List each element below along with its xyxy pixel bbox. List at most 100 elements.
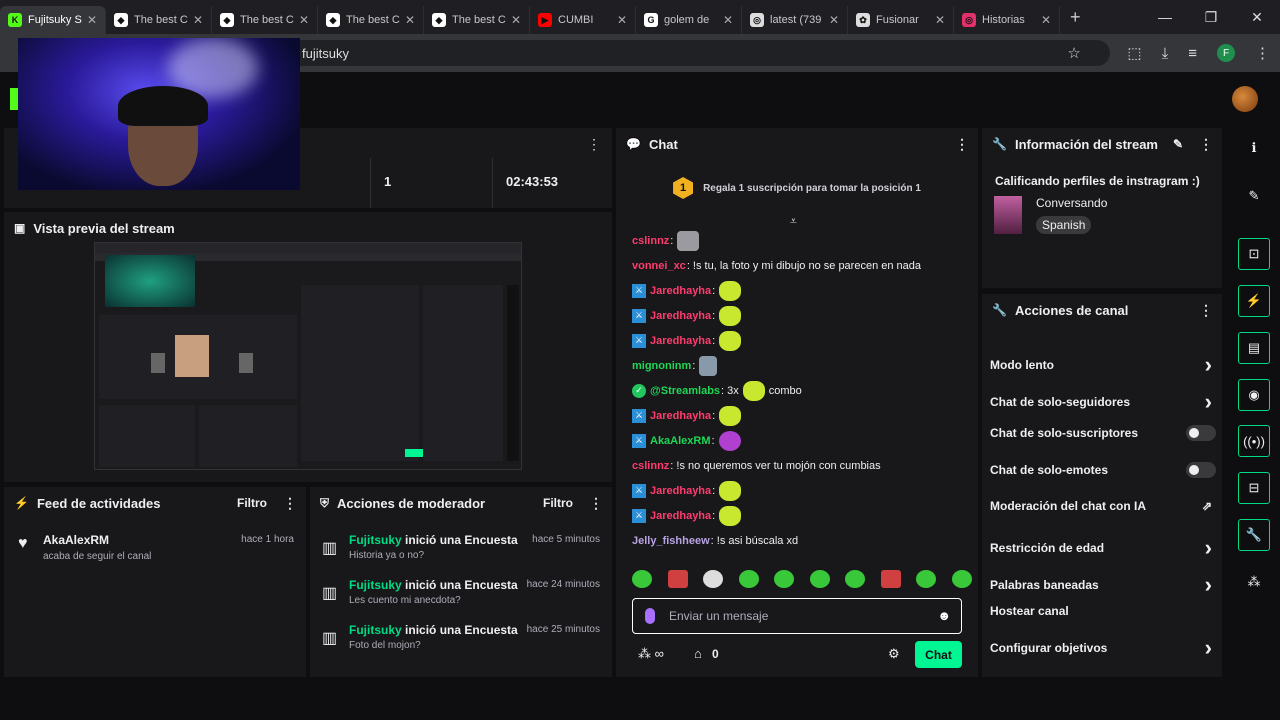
send-chat-button[interactable]: Chat [915, 641, 962, 668]
browser-tab[interactable]: ◎ Historias ✕ [954, 6, 1060, 34]
browser-tab[interactable]: ▶ CUMBI ✕ [530, 6, 636, 34]
chat-bubble-icon[interactable]: ◉ [1238, 379, 1270, 411]
emote-button[interactable] [845, 570, 866, 588]
chat-username[interactable]: Jaredhayha [650, 310, 711, 322]
close-tab-icon[interactable]: ✕ [299, 13, 309, 27]
browser-menu-icon[interactable]: ⋮ [1255, 44, 1270, 62]
close-tab-icon[interactable]: ✕ [87, 13, 97, 27]
stats-menu-icon[interactable]: ⋮ [587, 136, 601, 154]
chat-username[interactable]: mignoninm [632, 360, 691, 372]
chat-username[interactable]: vonnei_xc [632, 260, 686, 272]
mod-action-item[interactable]: ▥ Fujitsuky inició una Encuesta hace 5 min… [322, 533, 600, 573]
browser-tab[interactable]: ◆ The best C ✕ [424, 6, 530, 34]
maximize-button[interactable]: ❐ [1188, 9, 1234, 26]
mod-action-item[interactable]: ▥ Fujitsuky inició una Encuesta hace 24 mi… [322, 578, 600, 618]
channel-action-chat-de-solo-suscriptores[interactable]: Chat de solo-suscriptores [990, 425, 1216, 441]
channel-action-modo-lento[interactable]: Modo lento › [990, 352, 1216, 378]
close-tab-icon[interactable]: ✕ [1041, 13, 1051, 27]
gift-icon[interactable]: ⌂ [694, 646, 702, 661]
layout-icon[interactable]: ⊟ [1238, 472, 1270, 504]
more-options-icon[interactable]: ⋮ [589, 495, 603, 512]
emote-button[interactable] [880, 570, 901, 588]
edit-pencil-icon[interactable]: ✎ [1238, 180, 1270, 212]
emote-button[interactable] [951, 570, 972, 588]
media-controls-icon[interactable]: ≡ [1188, 45, 1197, 62]
mod-action-item[interactable]: ▥ Fujitsuky inició una Encuesta hace 25 mi… [322, 623, 600, 663]
toggle-switch[interactable] [1186, 462, 1216, 478]
emote-button[interactable] [738, 570, 759, 588]
settings-gear-icon[interactable]: ⚙ [888, 646, 900, 662]
broadcast-icon[interactable]: ((•)) [1238, 425, 1270, 457]
browser-tab[interactable]: ◆ The best C ✕ [106, 6, 212, 34]
edit-pencil-icon[interactable]: ✎ [1173, 137, 1183, 151]
chat-username[interactable]: Jaredhayha [650, 410, 711, 422]
extensions-icon[interactable]: ⬚ [1127, 44, 1141, 62]
new-tab-button[interactable]: + [1070, 7, 1081, 28]
url-input[interactable]: fujitsuky [290, 40, 1110, 66]
community-icon[interactable]: ⁂ [1238, 566, 1270, 598]
emote-button[interactable] [809, 570, 830, 588]
chat-username[interactable]: Jaredhayha [650, 335, 711, 347]
chat-username[interactable]: @Streamlabs [650, 385, 720, 397]
screenshot-icon[interactable]: ⊡ [1238, 238, 1270, 270]
channel-action-palabras-baneadas[interactable]: Palabras baneadas › [990, 572, 1216, 598]
browser-tab[interactable]: ✿ Fusionar ✕ [848, 6, 954, 34]
download-icon[interactable]: ⤓ [1162, 45, 1169, 62]
minimize-button[interactable]: — [1142, 9, 1188, 25]
lightning-icon[interactable]: ⚡ [1238, 285, 1270, 317]
channel-action-chat-de-solo-seguidores[interactable]: Chat de solo-seguidores › [990, 389, 1216, 415]
close-window-button[interactable]: ✕ [1234, 9, 1280, 26]
emote-button[interactable] [667, 570, 688, 588]
channel-action-hostear-canal[interactable]: Hostear canal [990, 604, 1216, 618]
more-options-icon[interactable]: ⋮ [1199, 302, 1213, 319]
emote-button[interactable] [632, 570, 652, 588]
browser-tab[interactable]: K Fujitsuky S ✕ [0, 6, 106, 34]
browser-tab[interactable]: ◎ latest (739 ✕ [742, 6, 848, 34]
chat-message-input[interactable]: Enviar un mensaje ☻ [632, 598, 962, 634]
chat-username[interactable]: cslinnz [632, 460, 669, 472]
emote-button[interactable] [703, 570, 724, 588]
close-tab-icon[interactable]: ✕ [723, 13, 733, 27]
channel-action-moderaci-n-del-chat-con-ia[interactable]: Moderación del chat con IA ⇗ [990, 499, 1216, 513]
points-icon[interactable]: ⁂ ∞ [638, 646, 664, 662]
channel-action-chat-de-solo-emotes[interactable]: Chat de solo-emotes [990, 462, 1216, 478]
profile-avatar[interactable]: F [1217, 44, 1235, 62]
mod-action-description: Les cuento mi anecdota? [349, 595, 461, 606]
chat-username[interactable]: Jelly_fishheew [632, 535, 710, 547]
notes-icon[interactable]: ▤ [1238, 332, 1270, 364]
chat-username[interactable]: AkaAlexRM [650, 435, 711, 447]
filter-button[interactable]: Filtro [543, 496, 573, 510]
user-avatar[interactable] [1232, 86, 1258, 112]
subscription-leaderboard[interactable]: 1 Regala 1 suscripción para tomar la pos… [616, 160, 978, 216]
emote-button[interactable] [774, 570, 795, 588]
emote-button[interactable] [916, 570, 937, 588]
bookmark-star-icon[interactable]: ☆ [1067, 44, 1080, 62]
more-options-icon[interactable]: ⋮ [283, 495, 297, 512]
chat-message: ⚔ Jaredhayha: [632, 278, 972, 303]
chat-username[interactable]: cslinnz [632, 235, 669, 247]
chat-username[interactable]: Jaredhayha [650, 510, 711, 522]
more-options-icon[interactable]: ⋮ [1199, 136, 1213, 153]
info-icon[interactable]: ℹ [1238, 132, 1270, 164]
more-options-icon[interactable]: ⋮ [955, 136, 969, 153]
close-tab-icon[interactable]: ✕ [617, 13, 627, 27]
chat-username[interactable]: Jaredhayha [650, 485, 711, 497]
collapse-icon[interactable]: ⩡ [790, 214, 797, 229]
close-tab-icon[interactable]: ✕ [829, 13, 839, 27]
close-tab-icon[interactable]: ✕ [511, 13, 521, 27]
close-tab-icon[interactable]: ✕ [193, 13, 203, 27]
close-tab-icon[interactable]: ✕ [935, 13, 945, 27]
close-tab-icon[interactable]: ✕ [405, 13, 415, 27]
stream-preview-video[interactable] [94, 242, 522, 470]
channel-action-configurar-objetivos[interactable]: Configurar objetivos › [990, 635, 1216, 661]
chat-username[interactable]: Jaredhayha [650, 285, 711, 297]
toggle-switch[interactable] [1186, 425, 1216, 441]
browser-tab[interactable]: ◆ The best C ✕ [318, 6, 424, 34]
filter-button[interactable]: Filtro [237, 496, 267, 510]
channel-action-restricci-n-de-edad[interactable]: Restricción de edad › [990, 535, 1216, 561]
browser-tab[interactable]: ◆ The best C ✕ [212, 6, 318, 34]
wrench-icon[interactable]: 🔧 [1238, 519, 1270, 551]
browser-tab[interactable]: Ggolem de ✕ [636, 6, 742, 34]
microphone-icon[interactable] [645, 608, 655, 624]
emoji-picker-icon[interactable]: ☻ [937, 608, 951, 623]
